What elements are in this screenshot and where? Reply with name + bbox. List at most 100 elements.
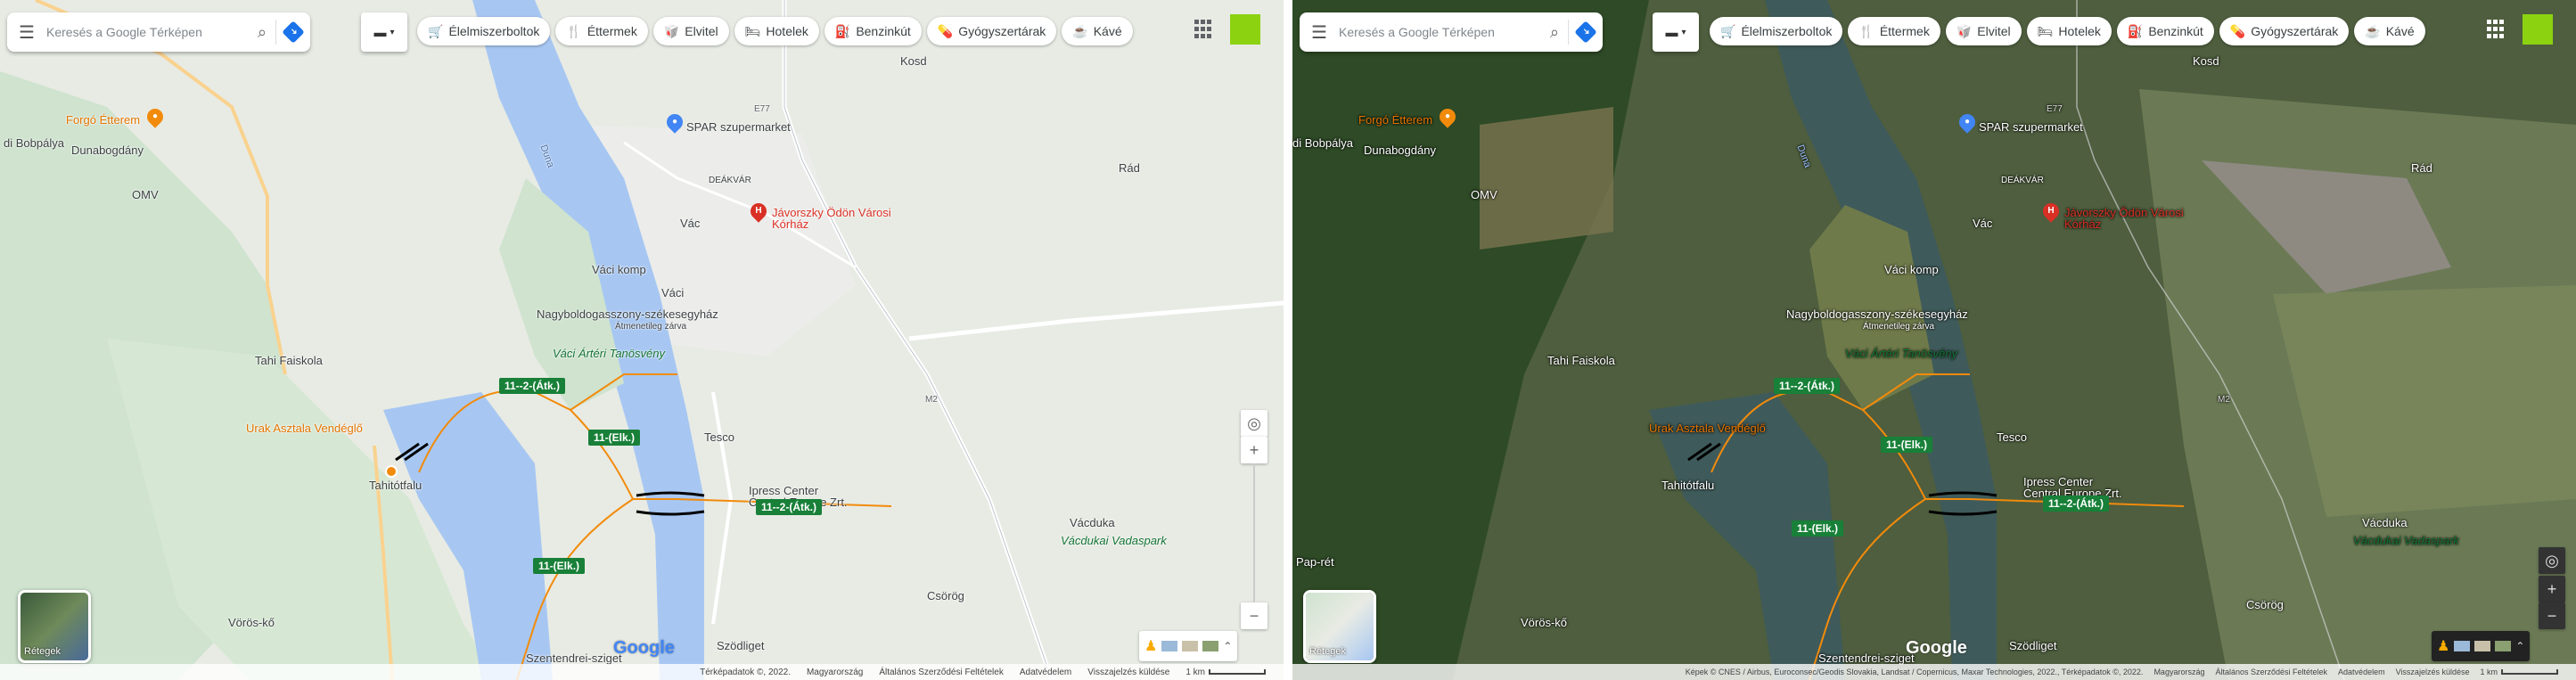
zoom-out-button[interactable]: − <box>1241 602 1267 629</box>
place-arteri[interactable]: Váci Ártéri Tanösvény <box>553 348 665 359</box>
layers-button[interactable]: Rétegek <box>1303 590 1376 663</box>
place-arteri[interactable]: Váci Ártéri Tanösvény <box>1845 348 1957 359</box>
place-urak[interactable]: Urak Asztala Vendéglő <box>1649 422 1766 434</box>
search-icon[interactable]: ⌕ <box>1541 23 1568 42</box>
place-spar[interactable]: SPAR szupermarket <box>686 121 791 133</box>
ferry-ticket-3[interactable]: 11--2-(Átk.) <box>756 499 823 515</box>
account-avatar[interactable] <box>1230 14 1260 45</box>
shopping-pin-icon[interactable]: ● <box>1956 111 1979 134</box>
place-tahi-faiskola[interactable]: Tahi Faiskola <box>255 355 323 366</box>
place-omv[interactable]: OMV <box>132 189 159 201</box>
chip-restaurants[interactable]: 🍴 Éttermek <box>1848 17 1940 45</box>
my-location-button[interactable]: ◎ <box>1241 410 1267 437</box>
satellite-panel[interactable]: Kosd Forgó Étterem ● di Bobpálya Dunabog… <box>1292 0 2576 680</box>
feedback-link[interactable]: Visszajelzés küldése <box>2396 668 2470 676</box>
feedback-link[interactable]: Visszajelzés küldése <box>1087 668 1169 677</box>
expand-icon[interactable]: ⌃ <box>1223 640 1232 652</box>
chip-coffee[interactable]: ☕ Kávé <box>2354 17 2425 45</box>
ferry-ticket-2[interactable]: 11-(Elk.) <box>588 430 641 446</box>
ferry-ticket-4[interactable]: 11-(Elk.) <box>533 558 586 574</box>
search-input[interactable]: Keresés a Google Térképen <box>46 25 249 39</box>
hospital-pin-icon[interactable]: H <box>2039 200 2063 223</box>
privacy-link[interactable]: Adatvédelem <box>1020 668 1071 677</box>
chip-hotels[interactable]: 🛏 Hotelek <box>2026 17 2112 45</box>
hospital-pin-icon[interactable]: H <box>747 200 770 223</box>
scale-bar[interactable]: 1 km <box>2480 668 2558 676</box>
place-nagyboldog[interactable]: Nagyboldogasszony-székesegyház <box>537 308 718 320</box>
account-avatar[interactable] <box>2523 14 2553 45</box>
place-omv[interactable]: OMV <box>1471 189 1497 201</box>
ferry-terminal-icon[interactable] <box>385 465 398 478</box>
place-nagyboldog[interactable]: Nagyboldogasszony-székesegyház <box>1786 308 1968 320</box>
place-vacdukai[interactable]: Vácdukai Vadaspark <box>1061 535 1167 546</box>
chip-pharmacy[interactable]: 💊 Gyógyszertárak <box>926 17 1057 45</box>
directions-button[interactable]: ➜ <box>275 20 310 45</box>
terms-link[interactable]: Általános Szerződési Feltételek <box>879 668 1004 677</box>
ferry-ticket-4[interactable]: 11-(Elk.) <box>1792 520 1844 537</box>
search-box[interactable]: ☰ Keresés a Google Térképen ⌕ ➜ <box>7 12 310 52</box>
place-javorszky[interactable]: Jávorszky Ödön Városi Kórház <box>2064 207 2189 230</box>
menu-icon[interactable]: ☰ <box>1300 21 1339 44</box>
place-forgo[interactable]: Forgó Étterem <box>1358 114 1432 126</box>
place-vorosko[interactable]: Vörös-kő <box>228 617 275 628</box>
place-vacdukai[interactable]: Vácdukai Vadaspark <box>2353 535 2459 546</box>
thumbnail-icon[interactable] <box>1202 641 1219 651</box>
ferry-ticket-1[interactable]: 11--2-(Átk.) <box>499 378 566 394</box>
place-urak[interactable]: Urak Asztala Vendéglő <box>246 422 363 434</box>
terms-link[interactable]: Általános Szerződési Feltételek <box>2215 668 2327 676</box>
chip-groceries[interactable]: 🛒 Élelmiszerboltok <box>1710 17 1843 45</box>
chip-gas[interactable]: ⛽ Benzinkút <box>2116 17 2214 45</box>
thumbnail-icon[interactable] <box>2454 641 2471 651</box>
apps-icon[interactable] <box>1194 20 1214 39</box>
apps-icon[interactable] <box>2487 20 2506 39</box>
zoom-in-button[interactable]: + <box>1241 437 1267 463</box>
restaurant-pin-icon[interactable]: ● <box>144 105 167 128</box>
search-box[interactable]: ☰ Keresés a Google Térképen ⌕ ➜ <box>1300 12 1603 52</box>
search-input[interactable]: Keresés a Google Térképen <box>1339 25 1541 39</box>
chip-pharmacy[interactable]: 💊 Gyógyszertárak <box>2219 17 2350 45</box>
thumbnail-icon[interactable] <box>2495 641 2512 651</box>
menu-icon[interactable]: ☰ <box>7 21 46 44</box>
country-link[interactable]: Magyarország <box>2154 668 2204 676</box>
chip-coffee[interactable]: ☕ Kávé <box>1062 17 1133 45</box>
transit-button[interactable]: ▬ ▾ <box>361 12 407 52</box>
chip-hotels[interactable]: 🛏 Hotelek <box>734 17 819 45</box>
place-vorosko[interactable]: Vörös-kő <box>1521 617 1567 628</box>
place-spar[interactable]: SPAR szupermarket <box>1979 121 2083 133</box>
place-javorszky[interactable]: Jávorszky Ödön Városi Kórház <box>772 207 897 230</box>
ferry-ticket-2[interactable]: 11-(Elk.) <box>1881 437 1933 453</box>
privacy-link[interactable]: Adatvédelem <box>2338 668 2385 676</box>
map-panel[interactable]: Kosd Forgó Étterem ● di Bobpálya Dunabog… <box>0 0 1284 680</box>
map-canvas[interactable] <box>0 0 1284 680</box>
my-location-button[interactable]: ◎ <box>2539 547 2565 574</box>
thumbnail-icon[interactable] <box>2474 641 2491 651</box>
zoom-slider[interactable] <box>1253 463 1255 602</box>
zoom-in-button[interactable]: + <box>2539 576 2565 602</box>
country-link[interactable]: Magyarország <box>807 668 863 677</box>
ferry-ticket-1[interactable]: 11--2-(Átk.) <box>1774 378 1841 394</box>
pegman-icon[interactable]: ♟ <box>2437 637 2449 655</box>
restaurant-pin-icon[interactable]: ● <box>1436 105 1459 128</box>
chip-groceries[interactable]: 🛒 Élelmiszerboltok <box>417 17 551 45</box>
chip-takeout[interactable]: 🥡 Elvitel <box>652 17 729 45</box>
expand-icon[interactable]: ⌃ <box>2515 640 2524 652</box>
transit-button[interactable]: ▬ ▾ <box>1653 12 1699 52</box>
thumbnail-icon[interactable] <box>1161 641 1178 651</box>
search-icon[interactable]: ⌕ <box>249 23 275 42</box>
layers-button[interactable]: Rétegek <box>18 590 91 663</box>
ferry-ticket-3[interactable]: 11--2-(Átk.) <box>2043 496 2110 512</box>
directions-button[interactable]: ➜ <box>1568 20 1603 45</box>
place-tahi-faiskola[interactable]: Tahi Faiskola <box>1547 355 1615 366</box>
place-vaci-komp[interactable]: Váci komp <box>1884 264 1939 275</box>
chip-gas[interactable]: ⛽ Benzinkút <box>824 17 922 45</box>
place-tesco[interactable]: Tesco <box>704 431 734 443</box>
place-vaci-komp[interactable]: Váci komp <box>592 264 646 275</box>
place-tesco[interactable]: Tesco <box>1997 431 2027 443</box>
thumbnail-icon[interactable] <box>1182 641 1199 651</box>
chip-takeout[interactable]: 🥡 Elvitel <box>1945 17 2022 45</box>
shopping-pin-icon[interactable]: ● <box>663 111 686 134</box>
scale-bar[interactable]: 1 km <box>1185 668 1266 677</box>
chip-restaurants[interactable]: 🍴 Éttermek <box>555 17 648 45</box>
zoom-out-button[interactable]: − <box>2539 602 2565 629</box>
pegman-icon[interactable]: ♟ <box>1144 637 1157 655</box>
